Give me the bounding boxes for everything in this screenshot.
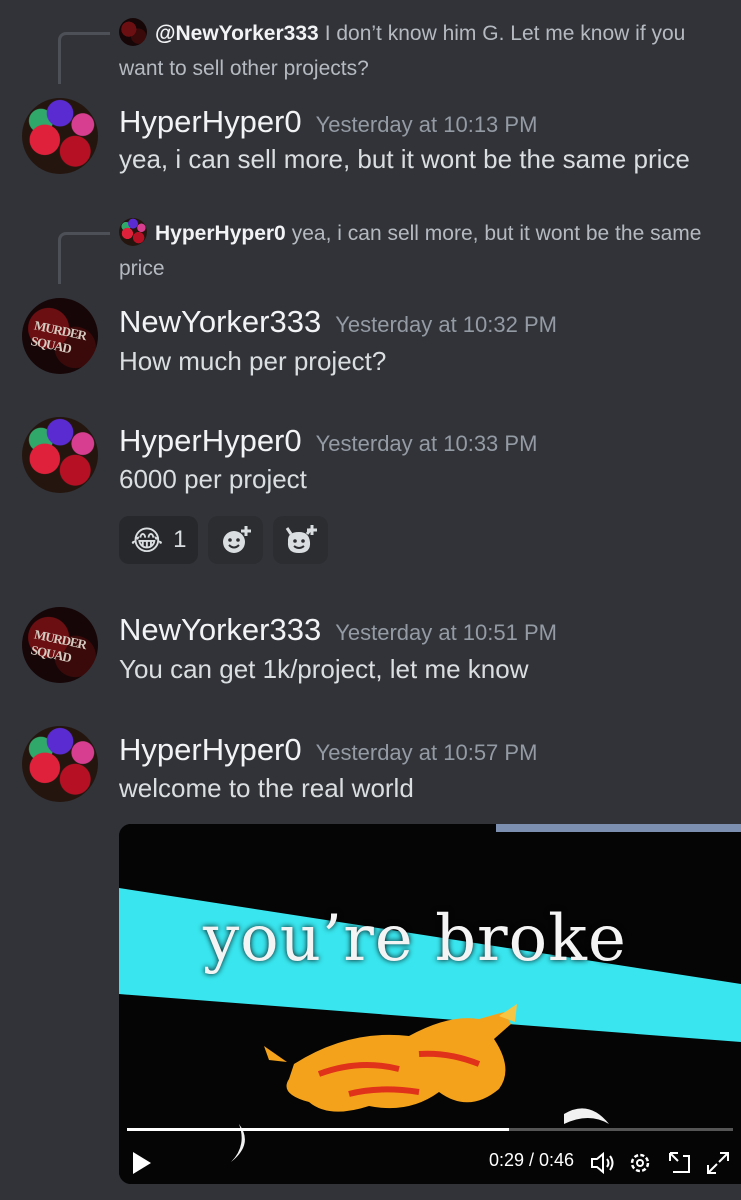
reply-author[interactable]: HyperHyper0 <box>155 222 286 245</box>
picture-in-picture-icon[interactable] <box>667 1150 693 1176</box>
avatar-text: MURDER SQUAD <box>29 317 88 357</box>
timestamp: Yesterday at 10:33 PM <box>315 431 538 456</box>
username[interactable]: NewYorker333 <box>119 304 321 339</box>
message-header: HyperHyper0 Yesterday at 10:57 PM <box>119 732 537 768</box>
username[interactable]: HyperHyper0 <box>119 104 302 139</box>
video-caption: you’re broke <box>203 902 627 976</box>
message-text: 6000 per project <box>119 464 307 494</box>
message-text: yea, i can sell more, but it wont be the… <box>119 144 690 174</box>
reply-avatar <box>119 218 147 246</box>
reply-spine <box>58 232 110 284</box>
message-header: HyperHyper0 Yesterday at 10:33 PM <box>119 423 537 459</box>
avatar-text: MURDER SQUAD <box>29 626 88 666</box>
video-progress-fill <box>127 1128 509 1131</box>
message-text: You can get 1k/project, let me know <box>119 654 529 684</box>
gear-icon[interactable] <box>627 1150 653 1176</box>
reaction-bar: 😂 1 <box>119 516 328 564</box>
video-progress-bar[interactable] <box>127 1128 733 1131</box>
reaction-count: 1 <box>173 526 187 553</box>
username[interactable]: NewYorker333 <box>119 612 321 647</box>
volume-icon[interactable] <box>589 1150 615 1176</box>
reply-text-block: HyperHyper0 yea, i can sell more, but it … <box>119 216 733 286</box>
reply-author[interactable]: @NewYorker333 <box>155 22 319 45</box>
avatar[interactable] <box>22 98 98 174</box>
reaction-emoji: 😂 <box>130 523 164 557</box>
add-super-reaction-button[interactable] <box>273 516 328 564</box>
add-reaction-icon <box>222 526 251 553</box>
username[interactable]: HyperHyper0 <box>119 423 302 458</box>
avatar[interactable] <box>22 726 98 802</box>
message-header: NewYorker333 Yesterday at 10:32 PM <box>119 304 557 340</box>
add-reaction-button[interactable] <box>208 516 263 564</box>
reply-spine <box>58 32 110 84</box>
avatar[interactable] <box>22 417 98 493</box>
avatar[interactable]: MURDER SQUAD <box>22 607 98 683</box>
video-controls: 0:29 / 0:46 <box>119 1146 741 1180</box>
timestamp: Yesterday at 10:32 PM <box>335 312 557 337</box>
timestamp: Yesterday at 10:13 PM <box>315 112 538 137</box>
reply-avatar <box>119 18 147 46</box>
reaction-laughing[interactable]: 😂 1 <box>119 516 198 564</box>
message-text: How much per project? <box>119 346 387 376</box>
video-top-bar <box>496 824 741 832</box>
message-text: welcome to the real world <box>119 773 414 803</box>
message-header: NewYorker333 Yesterday at 10:51 PM <box>119 612 557 648</box>
add-super-reaction-icon <box>285 525 317 553</box>
message-header: HyperHyper0 Yesterday at 10:13 PM <box>119 104 537 140</box>
avatar[interactable]: MURDER SQUAD <box>22 298 98 374</box>
timestamp: Yesterday at 10:51 PM <box>335 620 557 645</box>
reply-text-block: @NewYorker333 I don’t know him G. Let me … <box>119 16 733 86</box>
video-player[interactable]: you’re broke 0:29 / 0:46 <box>119 824 741 1184</box>
play-icon[interactable] <box>131 1150 153 1176</box>
fullscreen-icon[interactable] <box>705 1150 731 1176</box>
username[interactable]: HyperHyper0 <box>119 732 302 767</box>
timestamp: Yesterday at 10:57 PM <box>315 740 538 765</box>
video-time: 0:29 / 0:46 <box>489 1150 575 1170</box>
